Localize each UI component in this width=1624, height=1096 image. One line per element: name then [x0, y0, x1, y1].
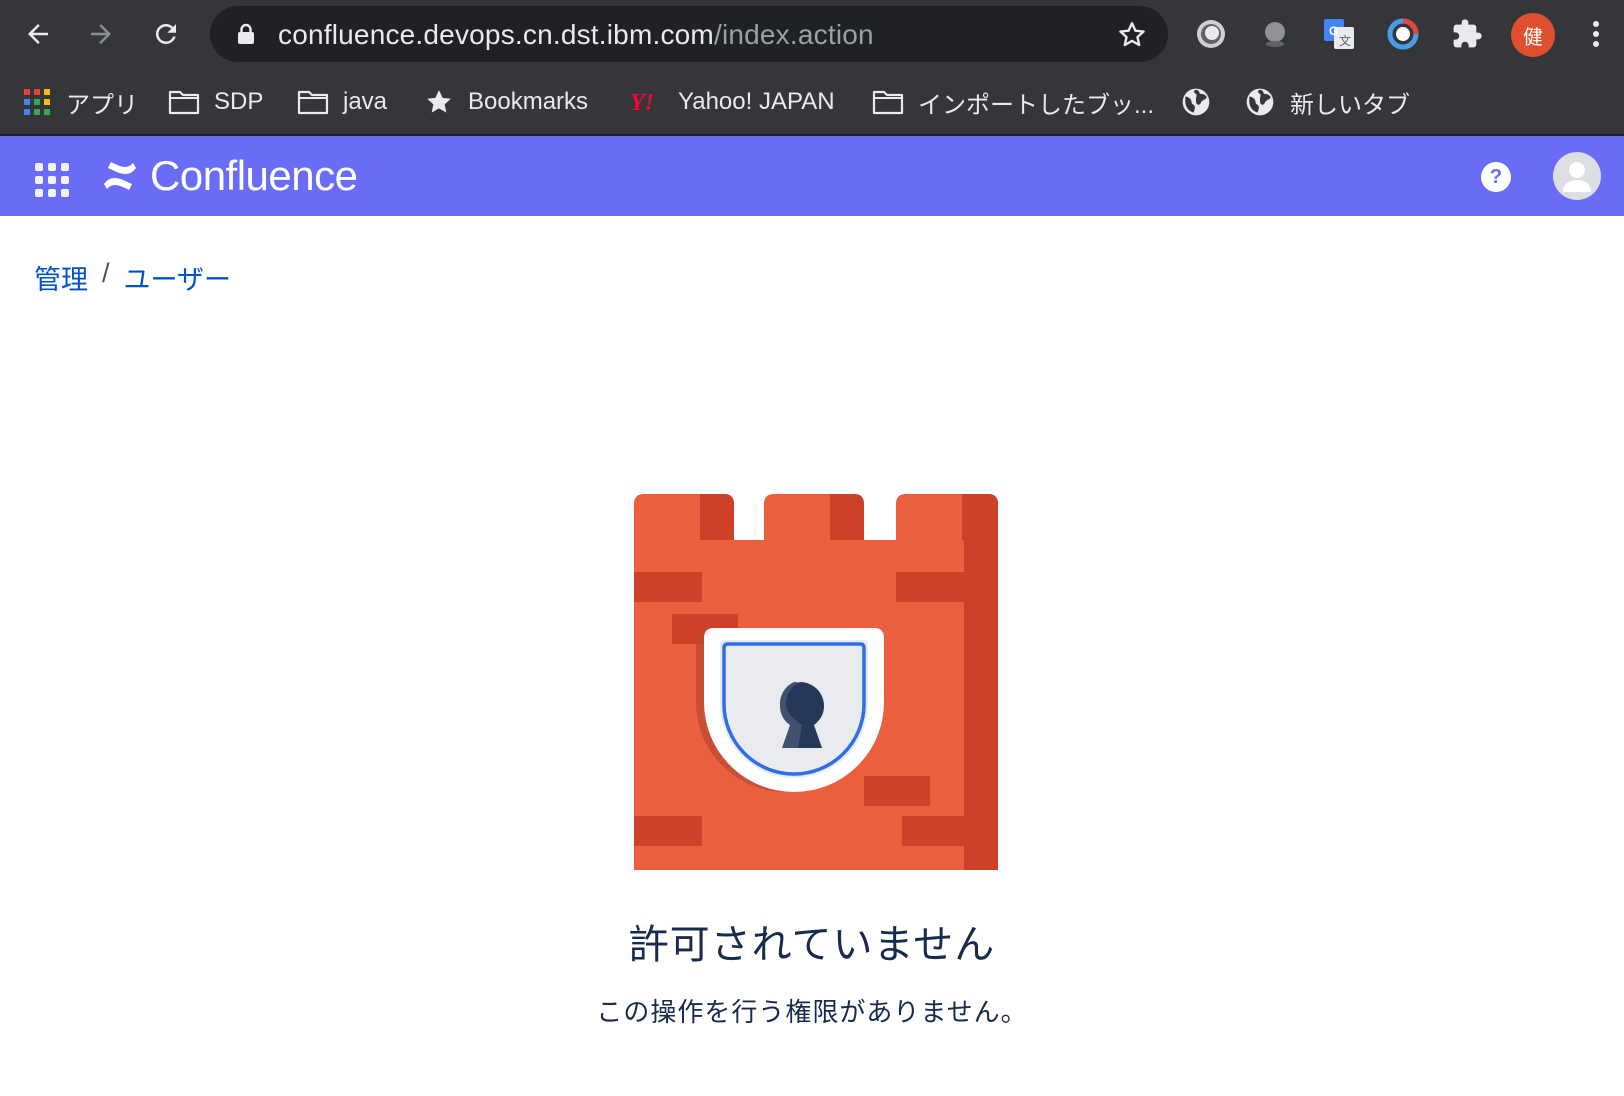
- confluence-header: Confluence ?: [0, 136, 1624, 216]
- yahoo-icon: Y!: [630, 90, 654, 116]
- globe-icon: [1182, 88, 1210, 116]
- bookmark-label: Bookmarks: [468, 88, 589, 115]
- bookmark-star-icon[interactable]: [1116, 19, 1148, 51]
- bookmark-label: java: [343, 88, 388, 115]
- bookmark-label: Yahoo! JAPAN: [678, 88, 835, 115]
- folder-icon: [168, 90, 200, 115]
- app-switcher-icon[interactable]: [30, 158, 70, 198]
- folder-icon: [297, 90, 329, 115]
- extensions-puzzle-icon[interactable]: [1449, 16, 1485, 52]
- bookmark-label: インポートしたブッ...: [918, 91, 1155, 119]
- more-menu-icon[interactable]: [1582, 16, 1610, 52]
- lock-icon[interactable]: [236, 23, 256, 45]
- breadcrumb: 管理 / ユーザー: [34, 258, 231, 297]
- error-message: この操作を行う権限がありません。: [596, 997, 1028, 1027]
- folder-icon: [872, 90, 904, 115]
- url-text[interactable]: confluence.devops.cn.dst.ibm.com/index.a…: [278, 20, 874, 50]
- globe-icon: [1246, 88, 1274, 116]
- browser-chrome: confluence.devops.cn.dst.ibm.com/index.a…: [0, 0, 1624, 136]
- breadcrumb-item-admin[interactable]: 管理: [34, 258, 88, 297]
- bookmark-imported[interactable]: インポートしたブッ...: [872, 82, 1154, 122]
- reload-icon[interactable]: [148, 16, 184, 52]
- bookmark-label: 新しいタブ: [1290, 91, 1410, 119]
- svg-text:G: G: [1329, 24, 1338, 38]
- bookmark-label: SDP: [214, 88, 264, 115]
- bookmark-globe[interactable]: [1180, 82, 1212, 122]
- bookmark-bookmarks[interactable]: Bookmarks: [424, 82, 588, 122]
- svg-text:文: 文: [1339, 33, 1351, 48]
- error-title: 許可されていません: [628, 923, 996, 967]
- address-bar[interactable]: confluence.devops.cn.dst.ibm.com/index.a…: [210, 6, 1168, 62]
- product-name: Confluence: [150, 152, 358, 199]
- bookmarks-bar: アプリ SDP java Bookmarks Y! Yahoo! JAPAN イ…: [0, 74, 1624, 130]
- profile-avatar[interactable]: 健: [1511, 13, 1555, 57]
- confluence-logo[interactable]: Confluence: [102, 152, 358, 200]
- breadcrumb-separator: /: [102, 258, 110, 288]
- extension-dot-icon[interactable]: [1257, 16, 1293, 52]
- bookmark-java[interactable]: java: [297, 82, 387, 122]
- forward-icon[interactable]: [83, 16, 119, 52]
- help-icon[interactable]: ?: [1481, 162, 1511, 192]
- back-icon[interactable]: [20, 16, 56, 52]
- star-icon: [427, 90, 451, 113]
- bookmark-sdp[interactable]: SDP: [168, 82, 263, 122]
- apps-grid-icon: [24, 89, 50, 115]
- bookmark-yahoo[interactable]: Y! Yahoo! JAPAN: [630, 82, 835, 122]
- user-avatar[interactable]: [1553, 152, 1601, 200]
- browser-toolbar: confluence.devops.cn.dst.ibm.com/index.a…: [0, 0, 1624, 70]
- bookmark-apps[interactable]: アプリ: [22, 82, 138, 122]
- extension-circle-icon[interactable]: [1193, 16, 1229, 52]
- google-translate-icon[interactable]: G文: [1321, 16, 1357, 52]
- locked-castle-illustration: [634, 494, 998, 870]
- svg-text:Y!: Y!: [630, 90, 654, 116]
- breadcrumb-item-users[interactable]: ユーザー: [124, 258, 231, 297]
- extension-ring-icon[interactable]: [1385, 16, 1421, 52]
- bookmark-new-tab[interactable]: 新しいタブ: [1244, 82, 1410, 122]
- bookmark-label: アプリ: [66, 91, 138, 119]
- user-silhouette-icon: [1563, 162, 1591, 192]
- confluence-logo-icon: [104, 162, 136, 190]
